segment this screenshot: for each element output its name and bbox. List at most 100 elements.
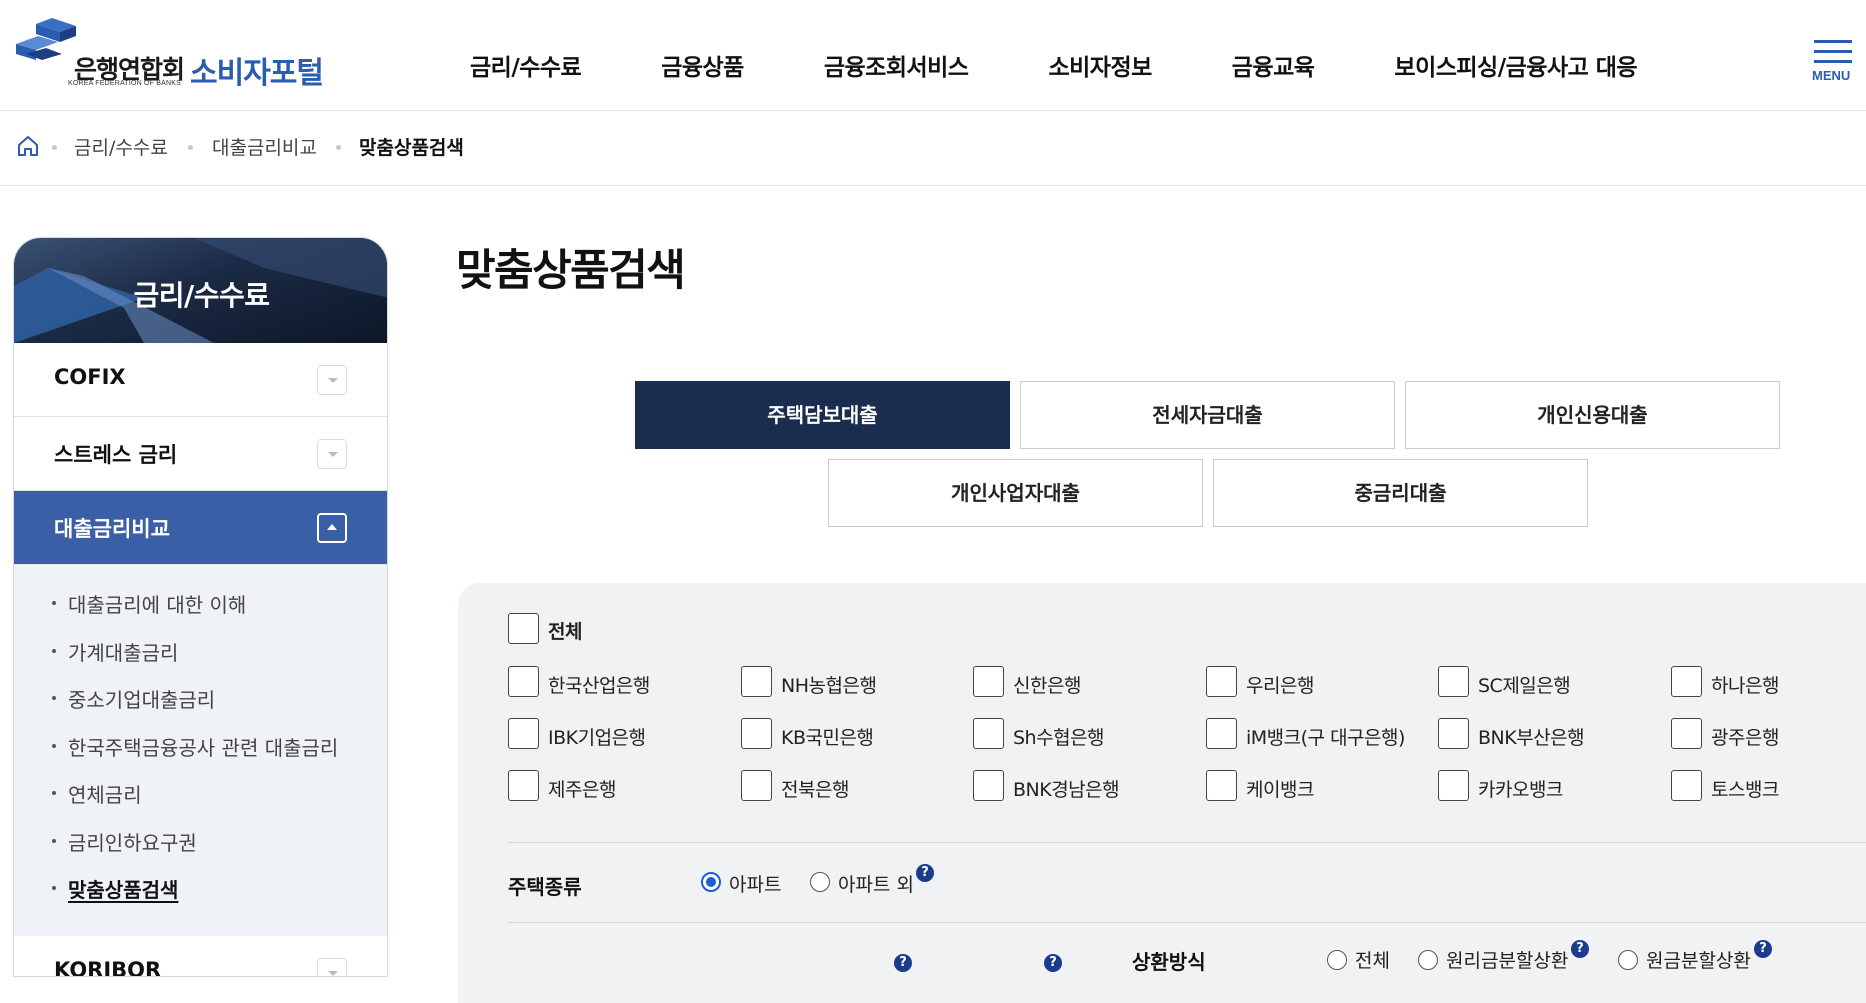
submenu-item[interactable]: 가계대출금리 xyxy=(51,637,179,666)
nav-item-financial-products[interactable]: 금융상품 xyxy=(661,48,744,82)
filter-panel xyxy=(458,583,1866,1003)
bank-checkbox-label: KB국민은행 xyxy=(781,727,874,749)
chevron-down-icon[interactable] xyxy=(317,958,347,976)
nav-item-inquiry-services[interactable]: 금융조회서비스 xyxy=(824,48,969,82)
bank-checkbox[interactable] xyxy=(508,666,539,697)
bank-checkbox[interactable] xyxy=(1206,666,1237,697)
radio-repay-principal-installment[interactable] xyxy=(1618,950,1638,970)
submenu-label: 대출금리에 대한 이해 xyxy=(68,593,247,617)
submenu-label: 한국주택금융공사 관련 대출금리 xyxy=(68,736,339,760)
page-title: 맞춤상품검색 xyxy=(456,246,686,296)
nav-item-consumer-info[interactable]: 소비자정보 xyxy=(1048,48,1152,82)
bank-checkbox[interactable] xyxy=(1206,770,1237,801)
help-icon[interactable]: ? xyxy=(916,864,934,882)
submenu-label: 중소기업대출금리 xyxy=(68,688,216,712)
bank-checkbox[interactable] xyxy=(1438,666,1469,697)
chevron-down-icon[interactable] xyxy=(317,439,347,469)
bank-checkbox[interactable] xyxy=(1671,770,1702,801)
site-logo[interactable]: 은행연합회 KOREA FEDERATION OF BANKS 소비자포털 xyxy=(12,14,332,94)
radio-repay-equal-installment[interactable] xyxy=(1418,950,1438,970)
bank-checkbox[interactable] xyxy=(1438,718,1469,749)
help-icon[interactable]: ? xyxy=(1754,940,1772,958)
sidebar-item-label: 스트레스 금리 xyxy=(54,443,178,467)
select-all-label: 전체 xyxy=(548,621,582,643)
sidebar-item-loan-rate-compare[interactable]: 대출금리비교 xyxy=(14,491,387,565)
divider xyxy=(508,842,1866,843)
repay-method-label: 상환방식 xyxy=(1132,950,1206,974)
breadcrumb-rates-fees[interactable]: 금리/수수료 xyxy=(74,133,168,160)
nav-item-rates-fees[interactable]: 금리/수수료 xyxy=(470,48,582,82)
logo-portal-name: 소비자포털 xyxy=(190,56,324,91)
bank-checkbox-label: SC제일은행 xyxy=(1478,675,1571,697)
bank-checkbox[interactable] xyxy=(1206,718,1237,749)
sidebar-title: 금리/수수료 xyxy=(133,279,270,312)
bank-checkbox[interactable] xyxy=(1438,770,1469,801)
breadcrumb-separator xyxy=(188,145,193,150)
submenu-label: 연체금리 xyxy=(68,783,142,807)
bank-checkbox-label: 제주은행 xyxy=(548,779,616,801)
bank-checkbox-label: 우리은행 xyxy=(1246,675,1314,697)
tab-mid-rate-loan[interactable]: 중금리대출 xyxy=(1213,459,1588,527)
radio-repay-all[interactable] xyxy=(1327,950,1347,970)
tab-jeonse-loan[interactable]: 전세자금대출 xyxy=(1020,381,1395,449)
divider xyxy=(508,922,1866,923)
bank-checkbox[interactable] xyxy=(508,770,539,801)
bank-checkbox[interactable] xyxy=(973,718,1004,749)
nav-item-financial-education[interactable]: 금융교육 xyxy=(1232,48,1315,82)
sidebar-item-label: COFIX xyxy=(54,365,126,389)
help-icon[interactable]: ? xyxy=(1044,954,1062,972)
submenu-label: 맞춤상품검색 xyxy=(68,878,179,902)
hamburger-bar xyxy=(1814,50,1852,53)
home-icon[interactable] xyxy=(16,134,40,158)
tab-sole-proprietor-loan[interactable]: 개인사업자대출 xyxy=(828,459,1203,527)
bank-checkbox-label: BNK경남은행 xyxy=(1013,779,1120,801)
bank-checkbox[interactable] xyxy=(741,770,772,801)
menu-label: MENU xyxy=(1812,68,1851,83)
submenu-item[interactable]: 대출금리에 대한 이해 xyxy=(51,589,247,618)
help-icon[interactable]: ? xyxy=(894,954,912,972)
chevron-down-icon[interactable] xyxy=(317,365,347,395)
submenu-item[interactable]: 연체금리 xyxy=(52,779,142,808)
radio-non-apartment[interactable] xyxy=(810,872,830,892)
select-all-checkbox[interactable] xyxy=(508,613,539,644)
bank-checkbox[interactable] xyxy=(1671,718,1702,749)
radio-apartment[interactable] xyxy=(701,872,721,892)
main-nav: 금리/수수료 금융상품 금융조회서비스 소비자정보 금융교육 보이스피싱/금융사… xyxy=(470,48,1638,82)
radio-repay-principal-installment-label: 원금분할상환 xyxy=(1646,950,1751,972)
bank-checkbox[interactable] xyxy=(741,666,772,697)
bank-checkbox[interactable] xyxy=(741,718,772,749)
house-type-label: 주택종류 xyxy=(508,875,582,899)
bank-checkbox[interactable] xyxy=(1671,666,1702,697)
all-menu-button[interactable]: MENU xyxy=(1812,40,1856,86)
nav-item-voice-phishing[interactable]: 보이스피싱/금융사고 대응 xyxy=(1394,48,1637,82)
chevron-up-icon[interactable] xyxy=(317,513,347,543)
help-icon[interactable]: ? xyxy=(1571,940,1589,958)
sidebar-header: 금리/수수료 xyxy=(14,238,387,343)
sidebar-item-stress-rate[interactable]: 스트레스 금리 xyxy=(14,417,387,491)
submenu-label: 가계대출금리 xyxy=(68,641,179,665)
sidebar-item-cofix[interactable]: COFIX xyxy=(14,343,387,417)
hamburger-icon xyxy=(1814,40,1852,43)
bank-checkbox-label: 광주은행 xyxy=(1711,727,1779,749)
breadcrumb-separator xyxy=(336,145,341,150)
radio-repay-equal-installment-label: 원리금분할상환 xyxy=(1446,950,1569,972)
bank-checkbox[interactable] xyxy=(973,770,1004,801)
submenu-item[interactable]: 중소기업대출금리 xyxy=(51,684,216,713)
bank-checkbox-label: 신한은행 xyxy=(1013,675,1081,697)
submenu-item-current[interactable]: 맞춤상품검색 xyxy=(51,874,179,903)
bank-checkbox[interactable] xyxy=(973,666,1004,697)
sidebar-item-koribor[interactable]: KORIBOR xyxy=(14,936,387,977)
bank-checkbox-label: BNK부산은행 xyxy=(1478,727,1585,749)
sidebar-submenu: 대출금리에 대한 이해 가계대출금리 중소기업대출금리 한국주택금융공사 관련 … xyxy=(14,565,387,936)
tab-personal-credit-loan[interactable]: 개인신용대출 xyxy=(1405,381,1780,449)
bank-checkbox-label: 하나은행 xyxy=(1711,675,1779,697)
tab-mortgage-loan[interactable]: 주택담보대출 xyxy=(635,381,1010,449)
breadcrumb-separator xyxy=(52,145,57,150)
submenu-item[interactable]: 한국주택금융공사 관련 대출금리 xyxy=(51,732,339,761)
submenu-item[interactable]: 금리인하요구권 xyxy=(52,827,197,856)
bank-checkbox[interactable] xyxy=(508,718,539,749)
bank-checkbox-label: 한국산업은행 xyxy=(548,675,650,697)
bank-checkbox-label: iM뱅크(구 대구은행) xyxy=(1246,727,1405,749)
sidebar-item-label: KORIBOR xyxy=(54,958,162,977)
breadcrumb-loan-rate-compare[interactable]: 대출금리비교 xyxy=(212,133,317,160)
